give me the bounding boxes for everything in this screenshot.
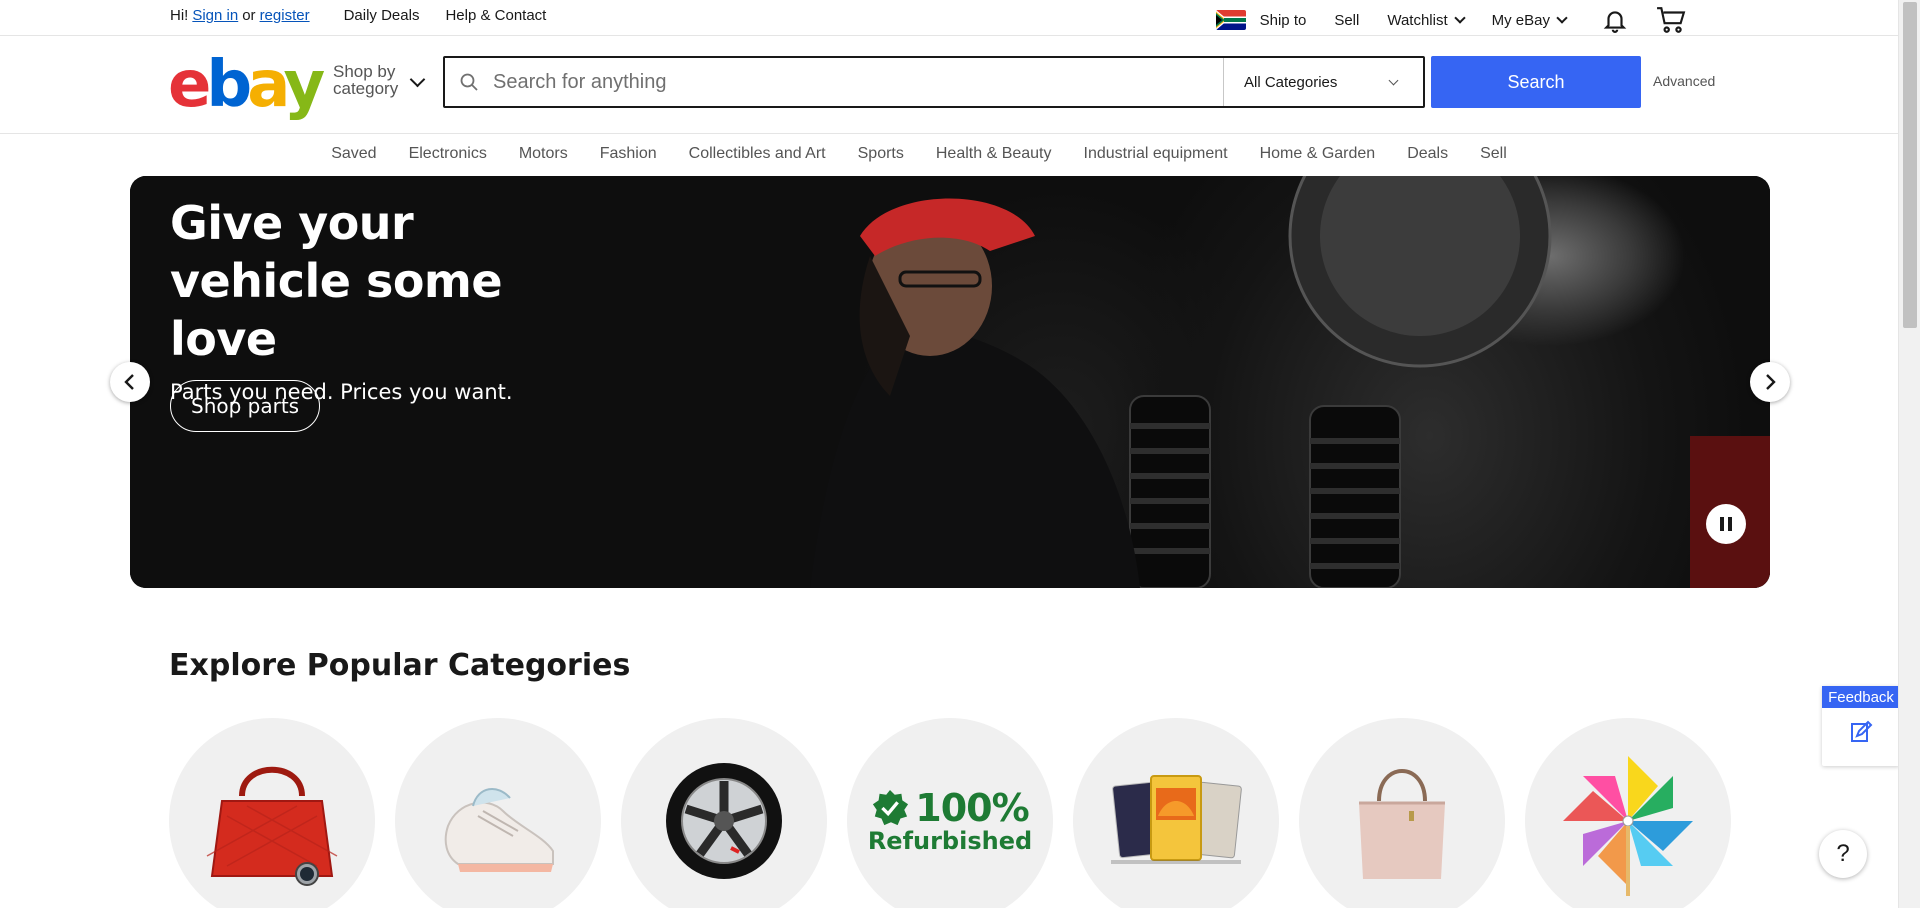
trading-cards-image	[1111, 775, 1242, 864]
chevron-down-icon	[1388, 75, 1399, 86]
car-wheel-image	[666, 763, 782, 879]
category-tile-sneakers[interactable]	[395, 718, 601, 908]
nav-item-saved[interactable]: Saved	[331, 145, 376, 163]
feedback-edit-icon	[1822, 708, 1900, 744]
pause-icon	[1728, 517, 1732, 531]
chevron-down-icon	[1556, 12, 1568, 24]
or-text: or	[242, 7, 256, 24]
greeting-text: Hi!	[170, 7, 189, 24]
search-icon	[445, 58, 493, 106]
check-badge-icon	[873, 789, 909, 826]
watchlist-label: Watchlist	[1387, 11, 1448, 29]
hero-title: Give your vehicle some love	[170, 196, 503, 366]
help-button[interactable]: ?	[1819, 830, 1867, 878]
nav-item-home-garden[interactable]: Home & Garden	[1260, 145, 1376, 163]
refurbished-label: Refurbished	[867, 827, 1033, 855]
pause-carousel-button[interactable]	[1706, 504, 1746, 544]
category-tile-toys[interactable]	[1525, 718, 1731, 908]
chevron-down-icon	[1453, 12, 1466, 24]
main-header: ebay Shop by category All Categories Sea…	[0, 36, 1898, 134]
ship-to-label: Ship to	[1259, 11, 1307, 29]
refurbished-percent: 100%	[915, 786, 1029, 830]
chevron-down-icon[interactable]	[409, 71, 426, 88]
hero-text-block: Give your vehicle some love Parts you ne…	[170, 194, 590, 404]
carousel-prev-button[interactable]	[110, 362, 150, 402]
notifications-bell-icon[interactable]	[1602, 7, 1628, 33]
sneakers-image	[444, 788, 554, 872]
beige-tote-bag-image	[1359, 769, 1445, 879]
my-ebay-label: My eBay	[1491, 11, 1550, 29]
sign-in-link[interactable]: Sign in	[192, 7, 238, 24]
search-input[interactable]	[493, 58, 1223, 106]
shop-by-line1: Shop by	[333, 62, 396, 81]
daily-deals-link[interactable]: Daily Deals	[344, 7, 420, 24]
category-nav: Saved Electronics Motors Fashion Collect…	[0, 134, 1898, 174]
shop-by-category-button[interactable]: Shop by category	[333, 63, 398, 97]
south-africa-flag-icon	[1215, 10, 1246, 30]
chevron-right-icon	[1766, 374, 1776, 390]
category-select-value: All Categories	[1244, 73, 1338, 91]
category-tile-handbags[interactable]	[1299, 718, 1505, 908]
red-handbag-image	[206, 766, 338, 886]
nav-item-fashion[interactable]: Fashion	[600, 145, 657, 163]
pause-icon	[1720, 517, 1724, 531]
category-tile-luxury[interactable]	[169, 718, 375, 908]
pinwheel-image	[1563, 756, 1693, 896]
category-tile-trading-cards[interactable]	[1073, 718, 1279, 908]
nav-item-sports[interactable]: Sports	[858, 145, 904, 163]
cart-icon[interactable]	[1656, 6, 1686, 34]
hero-banner[interactable]: Give your vehicle some love Parts you ne…	[130, 176, 1770, 588]
feedback-widget[interactable]: Feedback	[1822, 686, 1900, 766]
refurbished-badge: 100% Refurbished	[868, 789, 1032, 853]
category-select[interactable]: All Categories	[1223, 58, 1423, 106]
shop-by-line2: category	[333, 79, 399, 98]
explore-categories-heading: Explore Popular Categories	[169, 648, 631, 683]
category-tile-refurbished[interactable]: 100% Refurbished	[847, 718, 1053, 908]
top-utility-bar: Hi! Sign in or register Daily Deals Help…	[0, 0, 1898, 36]
register-link[interactable]: register	[260, 7, 310, 24]
feedback-label: Feedback	[1822, 686, 1900, 708]
ship-to-button[interactable]: Ship to	[1215, 10, 1307, 30]
advanced-search-link[interactable]: Advanced	[1653, 73, 1715, 89]
watchlist-dropdown[interactable]: Watchlist	[1387, 11, 1466, 29]
nav-item-industrial-equipment[interactable]: Industrial equipment	[1084, 145, 1228, 163]
topbar-right: Ship to Sell Watchlist My eBay	[1215, 6, 1686, 34]
nav-item-deals[interactable]: Deals	[1407, 145, 1448, 163]
nav-item-collectibles-and-art[interactable]: Collectibles and Art	[689, 145, 826, 163]
logo-letter-b: b	[206, 48, 252, 122]
scrollbar-thumb[interactable]	[1903, 2, 1917, 328]
search-bar: All Categories	[443, 56, 1425, 108]
logo-letter-e: e	[168, 48, 211, 122]
search-button[interactable]: Search	[1431, 56, 1641, 108]
nav-item-motors[interactable]: Motors	[519, 145, 568, 163]
category-tile-wheels[interactable]	[621, 718, 827, 908]
page-scrollbar[interactable]	[1898, 0, 1920, 908]
nav-item-health-beauty[interactable]: Health & Beauty	[936, 145, 1052, 163]
my-ebay-dropdown[interactable]: My eBay	[1491, 11, 1568, 29]
shop-parts-button[interactable]: Shop parts	[170, 380, 321, 432]
help-contact-link[interactable]: Help & Contact	[445, 7, 546, 24]
chevron-left-icon	[124, 374, 134, 390]
ebay-logo[interactable]: ebay	[168, 48, 325, 122]
nav-item-electronics[interactable]: Electronics	[409, 145, 487, 163]
logo-letter-y: y	[283, 48, 325, 122]
nav-item-sell[interactable]: Sell	[1480, 145, 1507, 163]
carousel-next-button[interactable]	[1750, 362, 1790, 402]
category-carousel: 100% Refurbished	[169, 718, 1731, 908]
topbar-left: Hi! Sign in or register Daily Deals Help…	[170, 7, 546, 24]
logo-letter-a: a	[247, 48, 288, 122]
sell-link[interactable]: Sell	[1334, 12, 1359, 29]
